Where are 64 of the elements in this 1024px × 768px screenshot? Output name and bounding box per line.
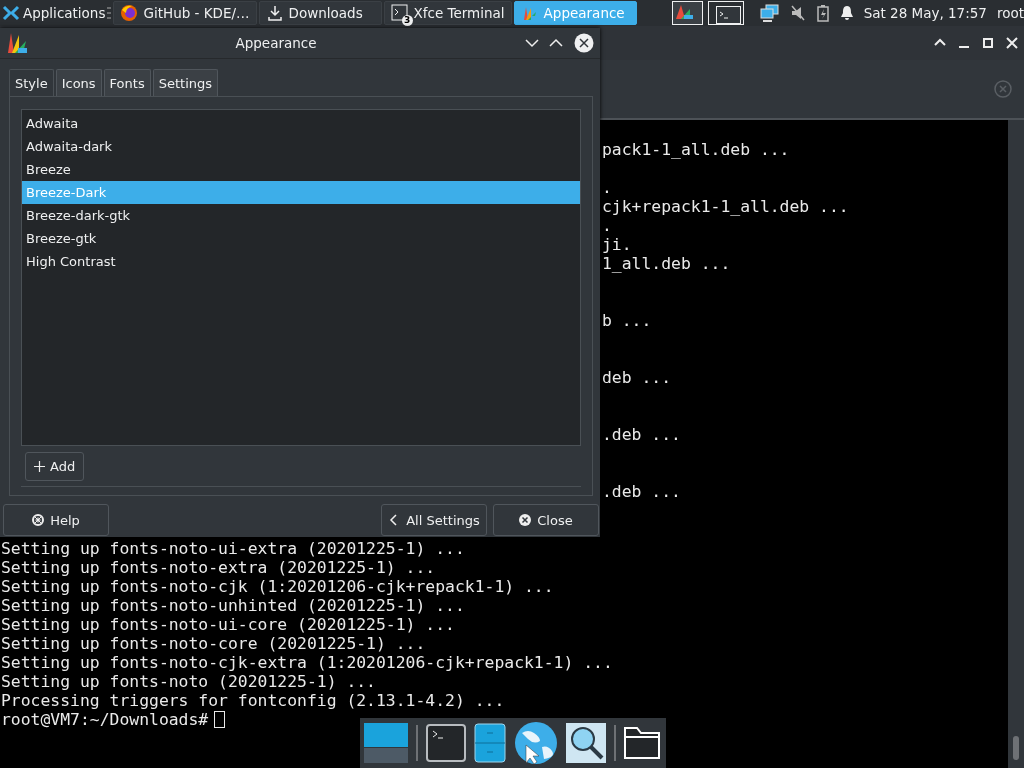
clock[interactable]: Sat 28 May, 17:57 [863, 5, 987, 21]
terminal-line: . [602, 178, 612, 197]
close-icon[interactable] [1004, 35, 1020, 51]
battery-icon[interactable] [815, 4, 830, 22]
network-icon[interactable] [759, 4, 780, 22]
bell-icon[interactable] [839, 4, 854, 22]
terminal-icon [390, 4, 409, 22]
drag-handle-icon [107, 7, 112, 19]
taskbar-button[interactable]: GitHub - KDE/… [113, 1, 257, 25]
download-icon [265, 4, 284, 22]
terminal-line: .deb ... [602, 425, 681, 444]
show-desktop-icon[interactable] [364, 723, 408, 763]
globe-icon[interactable] [514, 721, 558, 765]
tab[interactable]: Fonts [103, 69, 151, 96]
terminal-line: cjk+repack1-1_all.deb ... [602, 197, 849, 216]
tab[interactable]: Style [9, 69, 54, 97]
shell-prompt: root@VM7:~/Downloads# [1, 710, 209, 729]
browser-icon [120, 4, 139, 22]
terminal-line: 1_all.deb ... [602, 254, 731, 273]
applications-menu[interactable]: Applications [0, 0, 108, 26]
terminal-line: Setting up fonts-noto-ui-extra (20201225-1) ... [1, 539, 465, 558]
terminal-line: ji. [602, 235, 632, 254]
terminal-icon[interactable] [426, 724, 466, 762]
workspace-pager-icon[interactable] [671, 1, 744, 25]
list-item[interactable]: Breeze-gtk [22, 227, 580, 250]
list-item[interactable]: Adwaita-dark [22, 135, 580, 158]
close-button[interactable]: Close [493, 504, 599, 536]
plus-icon [34, 461, 45, 472]
terminal-line: Setting up fonts-noto-cjk-extra (1:20201206-cjk+repack1-1) ... [1, 653, 613, 672]
help-button[interactable]: Help [3, 504, 109, 536]
lifebuoy-icon [32, 514, 45, 526]
terminal-line: Processing triggers for fontconfig (2.13.1-4.2) ... [1, 691, 505, 710]
window-title: Appearance [234, 35, 318, 51]
terminal-line: Setting up fonts-noto-core (20201225-1) ... [1, 634, 426, 653]
terminal-line: .deb ... [602, 482, 681, 501]
terminal-line: Setting up fonts-noto (20201225-1) ... [1, 672, 376, 691]
list-item[interactable]: High Contrast [22, 250, 580, 273]
count-badge: 3 [401, 15, 413, 26]
terminal-line: Setting up fonts-noto-unhinted (20201225-1) ... [1, 596, 465, 615]
terminal-line: . [602, 216, 612, 235]
terminal-line: deb ... [602, 368, 672, 387]
terminal-line: pack1-1_all.deb ... [602, 140, 790, 159]
tab[interactable]: Settings [152, 69, 218, 96]
terminal-line: Setting up fonts-noto-cjk (1:20201206-cjk+repack1-1) ... [1, 577, 554, 596]
maximize-icon[interactable] [980, 35, 996, 51]
file-cabinet-icon[interactable] [474, 723, 506, 763]
terminal-line: b ... [602, 311, 652, 330]
terminal-line: Setting up fonts-noto-extra (20201225-1) ... [1, 558, 436, 577]
terminal-line: Setting up fonts-noto-ui-core (20201225-1) ... [1, 615, 455, 634]
text-cursor [214, 711, 226, 728]
list-item[interactable]: Breeze-dark-gtk [22, 204, 580, 227]
list-item[interactable]: Adwaita [22, 112, 580, 135]
all-settings-button[interactable]: All Settings [381, 504, 487, 536]
user-name[interactable]: root [996, 5, 1024, 21]
muted-speaker-icon[interactable] [789, 4, 806, 22]
taskbar-button[interactable]: Downloads [258, 1, 382, 25]
search-icon[interactable] [566, 723, 606, 763]
close-icon[interactable] [574, 33, 594, 53]
close-icon [519, 514, 532, 526]
add-button[interactable]: Add [25, 452, 85, 481]
tab[interactable]: Icons [55, 69, 102, 96]
folder-icon[interactable] [624, 727, 660, 759]
taskbar-button[interactable]: 3 Xfce Terminal [383, 1, 512, 25]
list-item[interactable]: Breeze [22, 158, 580, 181]
